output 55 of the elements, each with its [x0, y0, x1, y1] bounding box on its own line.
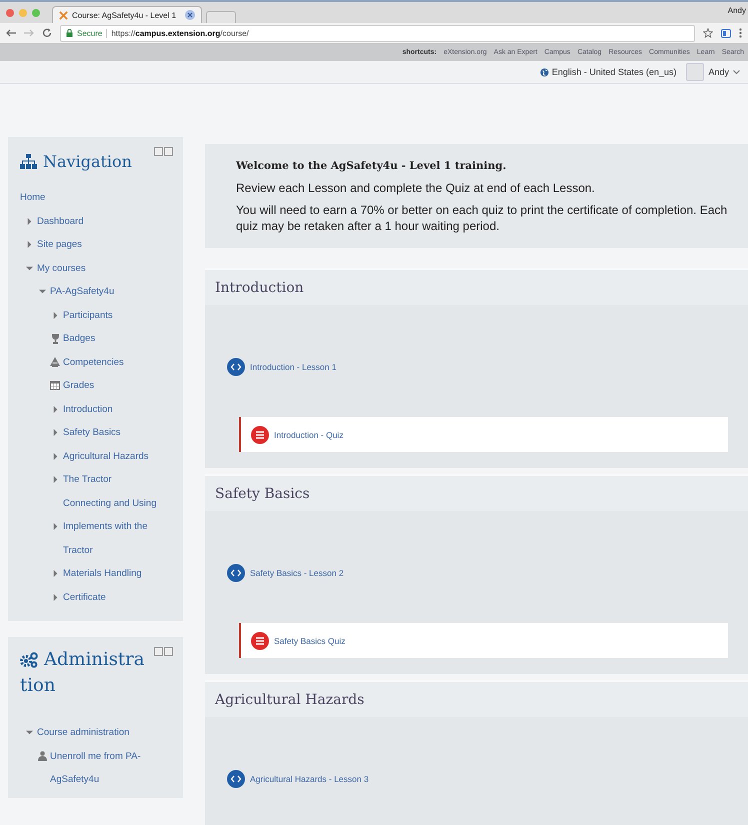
activity-link[interactable]: Safety Basics Quiz: [274, 636, 346, 646]
address-bar[interactable]: Secure https://campus.extension.org/course/: [60, 24, 695, 42]
lock-icon: [66, 29, 73, 37]
welcome-heading: Welcome to the AgSafety4u - Level 1 training.: [236, 159, 508, 174]
tree-item[interactable]: Introduction: [63, 398, 113, 421]
dock-icon[interactable]: [154, 647, 173, 656]
menu-icon[interactable]: [739, 28, 742, 38]
tree-item[interactable]: Certificate: [63, 586, 106, 609]
activity-link[interactable]: Introduction - Lesson 1: [250, 362, 336, 372]
section-title: Agricultural Hazards: [215, 692, 364, 708]
close-tab-icon[interactable]: [185, 10, 195, 20]
tree-item[interactable]: Safety Basics: [63, 421, 121, 444]
tree-item[interactable]: Home: [20, 186, 46, 210]
extension-icon[interactable]: [721, 28, 731, 38]
tree-item[interactable]: Unenroll me from PA-AgSafety4u: [50, 744, 162, 792]
close-window-icon[interactable]: [6, 8, 14, 16]
tree-item[interactable]: PA-AgSafety4u: [50, 280, 114, 304]
tree-item[interactable]: Dashboard: [37, 210, 84, 233]
tree-item[interactable]: Participants: [63, 304, 113, 327]
activity-link[interactable]: Agricultural Hazards - Lesson 3: [250, 774, 369, 784]
tree-item[interactable]: Materials Handling: [63, 562, 142, 586]
globe-icon: [540, 68, 549, 76]
caret-icon: [733, 70, 740, 74]
tree-item[interactable]: Competencies: [63, 350, 124, 374]
url-text: https://campus.extension.org/course/: [111, 28, 249, 38]
welcome-text: You will need to earn a 70% or better on each quiz to print the certificate of completion. Each quiz may be retaken after a 1 hour waiting period.: [236, 202, 728, 234]
tree-item[interactable]: Agricultural Hazards: [63, 444, 149, 468]
user-menu[interactable]: Andy: [686, 63, 740, 81]
gears-icon: [20, 652, 38, 668]
profile-name[interactable]: Andy: [728, 6, 746, 15]
tree-item[interactable]: Grades: [63, 374, 94, 398]
block-title: Administra: [44, 648, 145, 672]
browser-tab[interactable]: Course: AgSafety4u - Level 1: [52, 6, 202, 23]
reload-icon[interactable]: [42, 28, 52, 38]
sitemap-icon: [20, 154, 37, 169]
secure-label: Secure: [77, 28, 102, 38]
star-icon[interactable]: [703, 28, 713, 38]
dock-icon[interactable]: [154, 147, 173, 156]
tree-item[interactable]: Course administration: [37, 721, 130, 744]
block-title: Navigation: [43, 151, 132, 173]
language-menu[interactable]: English - United States (en_us): [540, 67, 676, 77]
welcome-text: Review each Lesson and complete the Quiz at end of each Lesson.: [236, 180, 596, 196]
tree-item[interactable]: Site pages: [37, 233, 82, 256]
block-title: tion: [20, 674, 56, 698]
tree-item[interactable]: Badges: [63, 327, 96, 350]
cross-logo-icon: [59, 10, 68, 20]
back-icon[interactable]: [6, 29, 16, 37]
tree-item[interactable]: Connecting and Using: [63, 492, 156, 515]
tree-item[interactable]: The Tractor: [63, 468, 112, 492]
section-title: Introduction: [215, 280, 304, 296]
tree-item[interactable]: Implements with the Tractor: [63, 515, 173, 562]
activity-link[interactable]: Safety Basics - Lesson 2: [250, 568, 344, 578]
section-title: Safety Basics: [215, 486, 310, 502]
tree-item[interactable]: My courses: [37, 256, 86, 280]
activity-link[interactable]: Introduction - Quiz: [274, 430, 344, 440]
